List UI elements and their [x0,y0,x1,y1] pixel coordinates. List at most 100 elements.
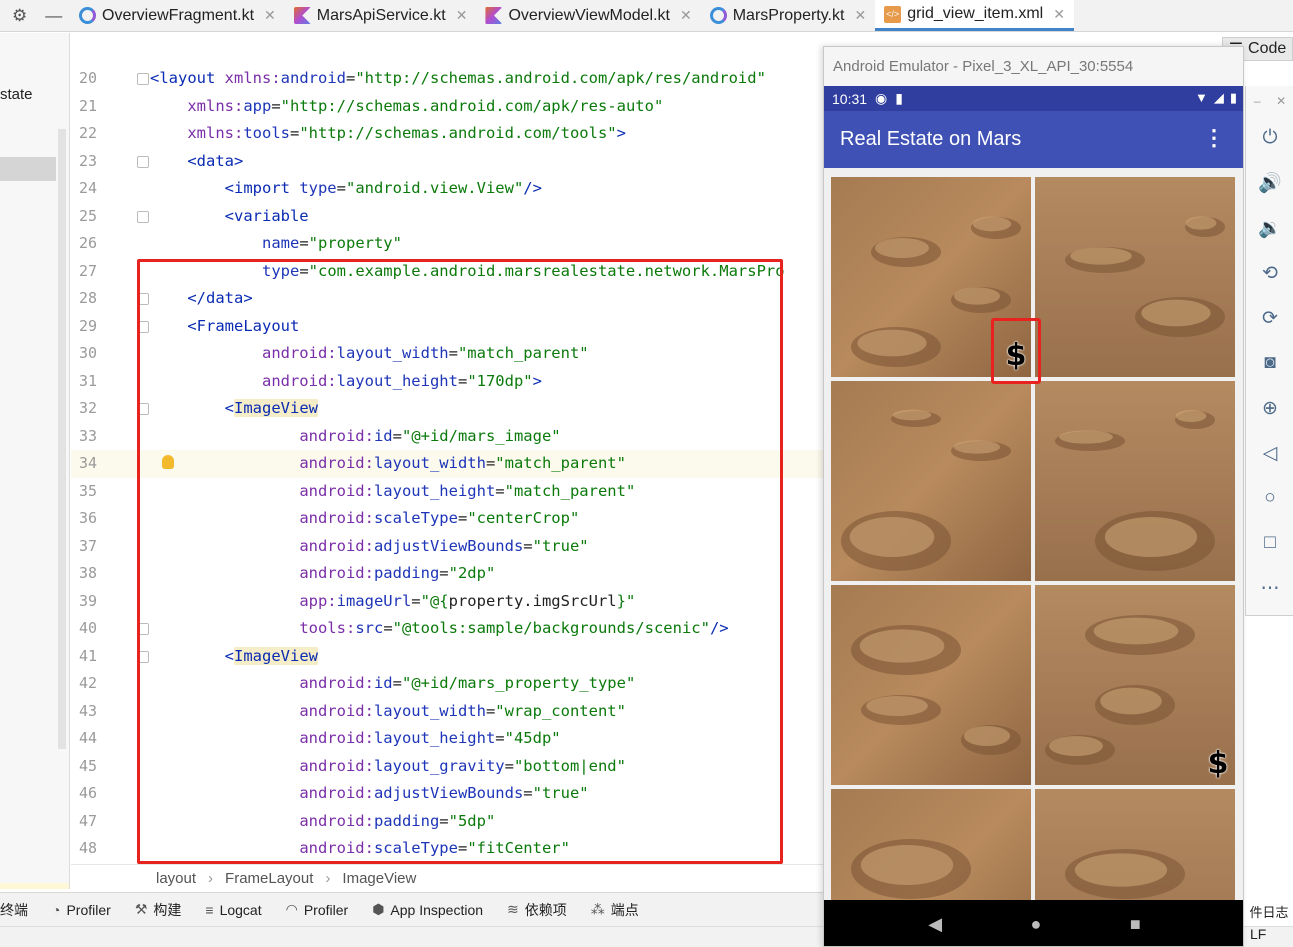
tool-window-button[interactable]: ◠ Profiler [274,901,361,918]
project-tree-item-label[interactable]: state [0,86,33,103]
close-tab-icon[interactable]: ✕ [264,7,276,24]
code-line[interactable]: 27 type="com.example.android.marsrealest… [71,258,823,286]
code-line[interactable]: 30 android:layout_width="match_parent" [71,340,823,368]
code-token: = [299,234,309,252]
mars-property-cell[interactable] [831,585,1031,785]
line-number: 32 [78,399,97,417]
code-token: layout_width [373,454,486,472]
breadcrumb-item-layout[interactable]: layout [156,870,196,887]
volume-up-icon[interactable]: 🔊 [1246,165,1293,201]
code-line[interactable]: 44 android:layout_height="45dp" [71,725,823,753]
tool-window-button[interactable]: ⚒ 构建 [123,900,194,920]
code-line[interactable]: 48 android:scaleType="fitCenter" [71,835,823,863]
code-line[interactable]: 39 app:imageUrl="@{property.imgSrcUrl}" [71,588,823,616]
tool-window-button[interactable]: ≡ Logcat [193,902,273,918]
fold-marker-icon[interactable] [137,403,149,415]
overflow-menu-icon[interactable]: ⋮ [1203,125,1225,151]
fold-marker-icon[interactable] [137,320,149,333]
home-nav-icon[interactable]: ● [1031,914,1042,935]
tool-window-button[interactable]: ◔ Profiler [40,902,123,918]
rotate-right-icon[interactable]: ⟳ [1246,300,1293,336]
fold-marker-icon[interactable] [137,73,149,85]
code-line[interactable]: 24 <import type="android.view.View"/> [71,175,823,203]
code-line[interactable]: 31 android:layout_height="170dp"> [71,368,823,396]
mars-property-cell[interactable] [1035,381,1235,581]
minimize-icon[interactable]: — [45,6,62,26]
tool-window-button[interactable]: 终端 [0,900,40,920]
tab-4[interactable]: </> grid_view_item.xml ✕ [875,0,1074,31]
code-line[interactable]: 29 <FrameLayout [71,313,823,341]
code-line[interactable]: 20 <layout xmlns:android="http://schemas.… [71,65,823,93]
project-tree-selected-row[interactable] [0,157,56,181]
minimize-icon[interactable]: – [1254,94,1261,108]
fold-marker-icon[interactable] [137,650,149,663]
code-line[interactable]: 41 <ImageView [71,643,823,671]
code-line[interactable]: 21 xmlns:app="http://schemas.android.com… [71,93,823,121]
tab-1[interactable]: MarsApiService.kt ✕ [285,0,477,31]
code-line[interactable]: 38 android:padding="2dp" [71,560,823,588]
close-icon[interactable]: ✕ [1276,94,1286,108]
back-icon[interactable]: ◁ [1246,435,1293,471]
tool-window-button[interactable]: ⁂ 端点 [579,900,651,920]
mars-property-cell[interactable] [1035,789,1235,900]
close-tab-icon[interactable]: ✕ [456,7,468,24]
breadcrumb-item-framelayout[interactable]: FrameLayout [225,870,313,887]
code-line[interactable]: 42 android:id="@+id/mars_property_type" [71,670,823,698]
rotate-left-icon[interactable]: ⟲ [1246,255,1293,291]
breadcrumb-item-imageview[interactable]: ImageView [342,870,416,887]
code-line[interactable]: 46 android:adjustViewBounds="true" [71,780,823,808]
fold-marker-icon[interactable] [137,155,149,168]
code-line[interactable]: 25 <variable [71,203,823,231]
property-grid[interactable]: $ $ [824,168,1243,900]
code-line[interactable]: 32 <ImageView [71,395,823,423]
fold-marker-icon[interactable] [137,623,149,635]
tool-window-button[interactable]: ⬢ App Inspection [360,901,495,918]
code-line[interactable]: 23 <data> [71,148,823,176]
code-line[interactable]: 40 tools:src="@tools:sample/backgrounds/… [71,615,823,643]
recents-nav-icon[interactable]: ■ [1130,914,1141,935]
code-token: android: [299,509,374,527]
fold-marker-icon[interactable] [137,210,149,223]
tab-0[interactable]: OverviewFragment.kt ✕ [70,0,285,31]
code-editor[interactable]: 20 <layout xmlns:android="http://schemas.… [71,33,823,863]
mars-property-cell[interactable] [1035,177,1235,377]
code-line[interactable]: 37 android:adjustViewBounds="true" [71,533,823,561]
close-tab-icon[interactable]: ✕ [680,7,692,24]
code-line[interactable]: 26 name="property" [71,230,823,258]
fold-marker-icon[interactable] [137,293,149,305]
code-line[interactable]: 34 android:layout_width="match_parent" [71,450,823,478]
home-icon[interactable]: ○ [1246,480,1293,516]
volume-down-icon[interactable]: 🔉 [1246,210,1293,246]
code-token: = [457,371,468,390]
tool-window-button[interactable]: ≋ 依赖项 [495,900,579,920]
overview-icon[interactable]: □ [1246,525,1293,561]
zoom-icon[interactable]: ⊕ [1246,390,1293,426]
code-line[interactable]: 36 android:scaleType="centerCrop" [71,505,823,533]
code-line[interactable]: 33 android:id="@+id/mars_image" [71,423,823,451]
event-log-tab[interactable]: 件日志 [1245,896,1293,926]
tab-2[interactable]: OverviewViewModel.kt ✕ [476,0,700,31]
mars-photo [1035,789,1235,900]
close-tab-icon[interactable]: ✕ [854,7,866,24]
code-line[interactable]: 28 </data> [71,285,823,313]
code-line[interactable]: 43 android:layout_width="wrap_content" [71,698,823,726]
code-token: "bottom|end" [513,756,626,775]
tab-3[interactable]: MarsProperty.kt ✕ [701,0,875,31]
line-ending-indicator[interactable]: LF [1250,926,1266,942]
code-token: type [261,261,300,280]
mars-property-cell[interactable] [831,789,1031,900]
power-icon[interactable]: ⏻ [1246,120,1293,156]
code-line[interactable]: 45 android:layout_gravity="bottom|end" [71,753,823,781]
code-line[interactable]: 47 android:padding="5dp" [71,808,823,836]
more-icon[interactable]: ⋯ [1246,570,1293,606]
code-line[interactable]: 22 xmlns:tools="http://schemas.android.c… [71,120,823,148]
close-tab-icon[interactable]: ✕ [1053,6,1065,23]
gear-icon[interactable]: ⚙ [12,6,27,26]
code-line[interactable]: 35 android:layout_height="match_parent" [71,478,823,506]
camera-icon[interactable]: ◙ [1246,345,1293,381]
mars-property-cell[interactable] [831,381,1031,581]
mars-property-cell[interactable]: $ [1035,585,1235,785]
project-panel-scrollbar[interactable] [58,129,66,749]
back-nav-icon[interactable]: ◀ [928,914,942,935]
